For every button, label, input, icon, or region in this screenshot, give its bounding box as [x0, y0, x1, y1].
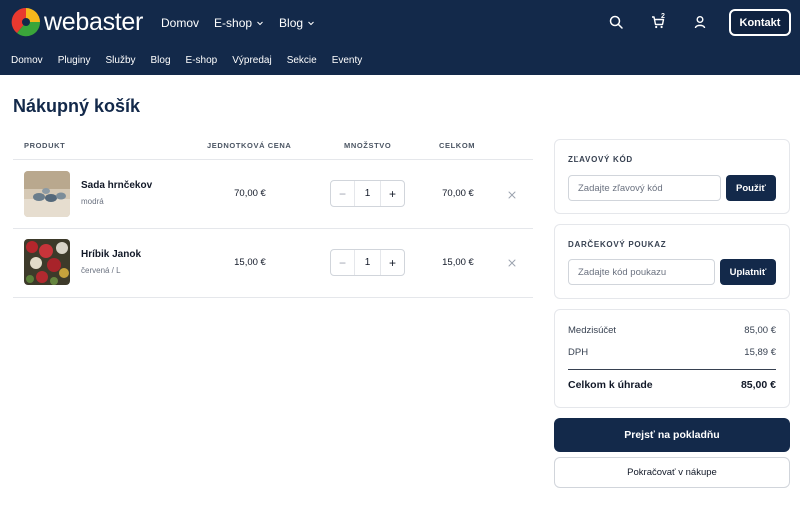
cart-row: Hríbik Janok červená / L 15,00 € − 1 + 1…: [13, 229, 533, 298]
subtotal-label: Medzisúčet: [568, 325, 617, 336]
nav-item-blog[interactable]: Blog: [279, 16, 315, 30]
subnav-item-eventy[interactable]: Eventy: [332, 55, 363, 66]
gift-voucher-input[interactable]: [568, 259, 715, 285]
subnav-item-eshop[interactable]: E-shop: [186, 55, 218, 66]
chevron-down-icon: [308, 21, 314, 25]
cart-count-badge: 2: [661, 13, 665, 20]
search-icon[interactable]: [608, 14, 624, 30]
nav-item-label: E-shop: [214, 15, 253, 30]
product-name[interactable]: Hríbik Janok: [81, 249, 141, 260]
product-image-flowers[interactable]: [24, 239, 70, 285]
decrease-quantity-button[interactable]: −: [331, 250, 355, 275]
increase-quantity-button[interactable]: +: [380, 250, 404, 275]
nav-item-label: Blog: [279, 15, 304, 30]
column-header-total: CELKOM: [439, 141, 476, 150]
subnav-item-sekcie[interactable]: Sekcie: [287, 55, 317, 66]
remove-item-icon[interactable]: [506, 257, 518, 269]
sub-nav-bar: Domov Pluginy Služby Blog E-shop Výpreda…: [0, 45, 800, 75]
grand-total-label: Celkom k úhrade: [568, 379, 653, 391]
column-header-product: PRODUKT: [24, 141, 66, 150]
main-nav: Domov E-shop Blog: [161, 0, 330, 45]
product-variant: červená / L: [81, 266, 121, 275]
nav-item-domov[interactable]: Domov: [161, 16, 199, 30]
gift-voucher-card: DARČEKOVÝ POUKAZ Uplatniť: [554, 224, 790, 299]
apply-voucher-button[interactable]: Uplatniť: [720, 259, 776, 285]
subnav-item-domov[interactable]: Domov: [11, 55, 43, 66]
unit-price: 70,00 €: [234, 188, 266, 199]
grand-total-value: 85,00 €: [740, 379, 776, 391]
logo[interactable]: webaster: [11, 7, 143, 37]
quantity-stepper: − 1 +: [330, 249, 405, 276]
quantity-stepper: − 1 +: [330, 180, 405, 207]
subnav-item-sluzby[interactable]: Služby: [106, 55, 136, 66]
nav-item-eshop[interactable]: E-shop: [214, 16, 264, 30]
row-total: 70,00 €: [442, 188, 474, 199]
continue-shopping-button[interactable]: Pokračovať v nákupe: [554, 457, 790, 488]
column-header-quantity: MNOŽSTVO: [344, 141, 392, 150]
chevron-down-icon: [257, 21, 263, 25]
logo-text: webaster: [44, 8, 144, 36]
subnav-item-vypredaj[interactable]: Výpredaj: [232, 55, 271, 66]
gift-voucher-label: DARČEKOVÝ POUKAZ: [568, 240, 667, 249]
contact-button[interactable]: Kontakt: [729, 9, 791, 36]
increase-quantity-button[interactable]: +: [380, 181, 404, 206]
apply-discount-button[interactable]: Použiť: [726, 175, 776, 201]
discount-code-card: ZĽAVOVÝ KÓD Použiť: [554, 139, 790, 214]
subnav-item-pluginy[interactable]: Pluginy: [58, 55, 91, 66]
sub-nav: Domov Pluginy Služby Blog E-shop Výpreda…: [11, 45, 377, 75]
top-header: webaster Domov E-shop Blog 2 Kontakt: [0, 0, 800, 45]
vat-label: DPH: [568, 347, 589, 358]
cart-row: Sada hrnčekov modrá 70,00 € − 1 + 70,00 …: [13, 160, 533, 229]
page-title: Nákupný košík: [13, 96, 141, 116]
product-image-mugs[interactable]: [24, 171, 70, 217]
divider: [13, 297, 533, 298]
user-icon[interactable]: [692, 14, 708, 30]
nav-item-label: Domov: [161, 15, 200, 30]
summary-divider: [568, 369, 776, 370]
remove-item-icon[interactable]: [506, 189, 518, 201]
unit-price: 15,00 €: [234, 257, 266, 268]
discount-code-input[interactable]: [568, 175, 721, 201]
checkout-button[interactable]: Prejsť na pokladňu: [554, 418, 790, 452]
subnav-item-blog[interactable]: Blog: [151, 55, 171, 66]
column-header-unit-price: JEDNOTKOVÁ CENA: [207, 141, 292, 150]
vat-value: 15,89 €: [744, 347, 776, 358]
discount-code-label: ZĽAVOVÝ KÓD: [568, 155, 633, 164]
logo-icon: [11, 7, 41, 37]
subtotal-value: 85,00 €: [744, 325, 776, 336]
decrease-quantity-button[interactable]: −: [331, 181, 355, 206]
row-total: 15,00 €: [442, 257, 474, 268]
product-name[interactable]: Sada hrnčekov: [81, 180, 152, 191]
quantity-value[interactable]: 1: [355, 181, 380, 206]
order-summary-card: Medzisúčet 85,00 € DPH 15,89 € Celkom k …: [554, 309, 790, 408]
product-variant: modrá: [81, 197, 104, 206]
quantity-value[interactable]: 1: [355, 250, 380, 275]
